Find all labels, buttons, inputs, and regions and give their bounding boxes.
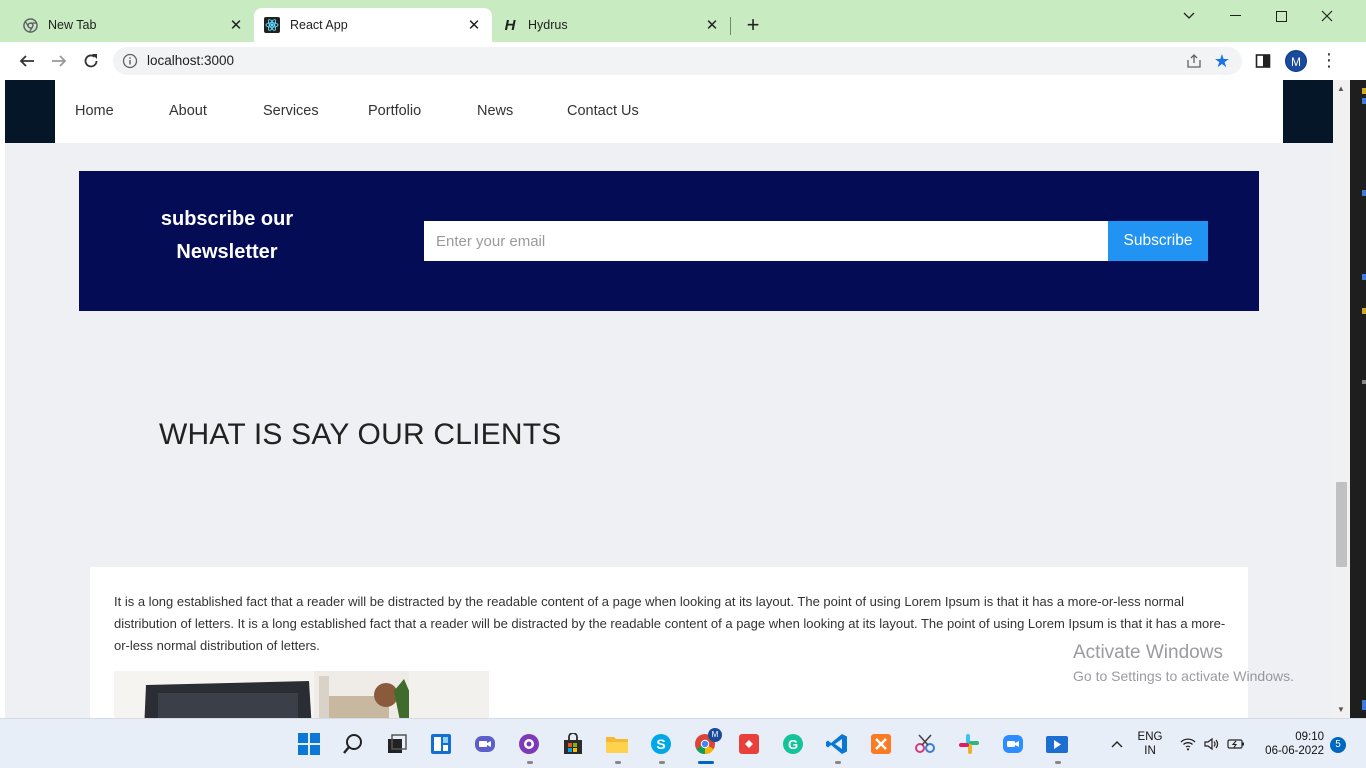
close-window-button[interactable]	[1304, 4, 1350, 28]
browser-toolbar: localhost:3000 ★ M ⋮	[0, 42, 1366, 80]
minimize-button[interactable]	[1212, 4, 1258, 28]
background-window-edge	[1350, 80, 1366, 718]
subscribe-button[interactable]: Subscribe	[1108, 221, 1208, 261]
slack-icon[interactable]	[957, 732, 981, 756]
nav-link-home[interactable]: Home	[75, 103, 114, 119]
new-tab-button[interactable]: +	[741, 14, 765, 38]
microsoft-store-icon[interactable]	[561, 732, 585, 756]
vscode-icon[interactable]	[825, 732, 849, 756]
file-explorer-icon[interactable]	[605, 732, 629, 756]
tab-react-app[interactable]: React App ✕	[254, 8, 492, 42]
xampp-icon[interactable]	[869, 732, 893, 756]
clients-heading: WHAT IS SAY OUR CLIENTS	[159, 418, 562, 451]
newsletter-title: subscribe our Newsletter	[160, 208, 294, 263]
nav-link-portfolio[interactable]: Portfolio	[368, 103, 421, 119]
media-player-icon[interactable]	[1045, 732, 1069, 756]
zoom-icon[interactable]	[1001, 732, 1025, 756]
start-windows-icon[interactable]	[297, 732, 321, 756]
show-hidden-icons-chevron[interactable]	[1105, 732, 1129, 756]
site-info-icon[interactable]	[122, 53, 138, 69]
side-panel-icon[interactable]	[1255, 53, 1271, 69]
search-icon[interactable]	[341, 732, 365, 756]
browser-tab-strip: New Tab ✕ React App ✕ H Hydrus ✕ +	[0, 0, 1366, 42]
tab-divider	[730, 17, 731, 35]
header-dark-band-right	[1283, 80, 1333, 143]
teams-chat-icon[interactable]	[473, 732, 497, 756]
hydrus-icon: H	[504, 16, 516, 34]
github-desktop-icon[interactable]	[517, 732, 541, 756]
chrome-icon	[22, 17, 38, 33]
svg-text:G: G	[788, 737, 798, 752]
tab-title: New Tab	[48, 18, 97, 32]
back-button[interactable]	[15, 49, 39, 73]
page-viewport: Home About Services Portfolio News Conta…	[0, 80, 1366, 718]
bookmark-star-icon[interactable]: ★	[1212, 51, 1232, 71]
header-dark-band-left	[5, 80, 55, 143]
reload-button[interactable]	[79, 49, 103, 73]
close-tab-icon[interactable]: ✕	[228, 17, 244, 34]
nav-link-contact-us[interactable]: Contact Us	[567, 103, 639, 119]
volume-icon[interactable]	[1203, 732, 1221, 756]
testimonial-image	[114, 671, 489, 718]
windows-taskbar: S M G ENG IN 09:10 06-06-2022 5	[0, 718, 1366, 768]
wifi-icon[interactable]	[1179, 732, 1197, 756]
nav-link-services[interactable]: Services	[263, 103, 319, 119]
newsletter-email-input[interactable]	[424, 221, 1108, 261]
forward-button[interactable]	[47, 49, 71, 73]
battery-charging-icon[interactable]	[1227, 732, 1245, 756]
close-tab-icon[interactable]: ✕	[704, 17, 720, 34]
chrome-menu-icon[interactable]: ⋮	[1320, 50, 1338, 72]
notification-count-badge[interactable]: 5	[1330, 737, 1346, 753]
skype-icon[interactable]: S	[649, 732, 673, 756]
nav-link-about[interactable]: About	[169, 103, 207, 119]
maximize-button[interactable]	[1258, 4, 1304, 28]
task-view-icon[interactable]	[385, 732, 409, 756]
share-icon[interactable]	[1186, 53, 1202, 69]
scroll-down-arrow-icon[interactable]: ▼	[1337, 705, 1345, 714]
testimonial-text: It is a long established fact that a rea…	[114, 594, 1226, 653]
close-tab-icon[interactable]: ✕	[466, 17, 482, 34]
scroll-up-arrow-icon[interactable]: ▲	[1337, 84, 1345, 93]
nav-link-news[interactable]: News	[477, 103, 513, 119]
tab-new-tab[interactable]: New Tab ✕	[0, 8, 254, 42]
language-indicator[interactable]: ENG IN	[1136, 731, 1164, 757]
activate-windows-watermark: Activate Windows Go to Settings to activ…	[1073, 642, 1294, 684]
grammarly-icon[interactable]: G	[781, 732, 805, 756]
tab-search-chevron-icon[interactable]	[1166, 4, 1212, 28]
newsletter-section: subscribe our Newsletter Subscribe	[79, 171, 1259, 311]
tab-title: React App	[290, 18, 348, 32]
chrome-profile-badge: M	[708, 728, 722, 742]
tab-hydrus[interactable]: H Hydrus ✕	[492, 8, 730, 42]
clock[interactable]: 09:10 06-06-2022	[1258, 731, 1324, 757]
page-scrollbar[interactable]: ▲ ▼	[1333, 80, 1350, 718]
git-client-icon[interactable]	[737, 732, 761, 756]
site-navbar: Home About Services Portfolio News Conta…	[55, 80, 1283, 143]
widgets-icon[interactable]	[429, 732, 453, 756]
snipping-tool-icon[interactable]	[913, 732, 937, 756]
address-bar[interactable]: localhost:3000 ★	[113, 47, 1242, 75]
url-text: localhost:3000	[147, 53, 235, 68]
scrollbar-thumb[interactable]	[1336, 482, 1347, 567]
tab-title: Hydrus	[528, 18, 568, 32]
svg-text:S: S	[656, 736, 665, 752]
react-icon	[264, 17, 280, 33]
profile-avatar[interactable]: M	[1285, 50, 1307, 72]
